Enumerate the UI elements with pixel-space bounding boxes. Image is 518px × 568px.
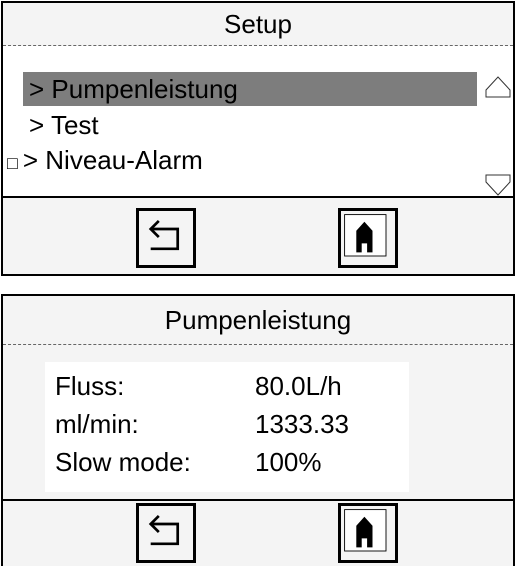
menu-item-niveau-alarm[interactable]: □ > Niveau-Alarm — [3, 143, 457, 177]
home-button[interactable] — [338, 503, 398, 563]
row-value: 1333.33 — [255, 409, 349, 439]
menu-item-label: > Pumpenleistung — [29, 74, 238, 104]
scroll-up-icon[interactable] — [485, 72, 511, 98]
row-value: 100% — [255, 447, 322, 477]
pump-softkeys — [3, 497, 513, 566]
back-button[interactable] — [136, 503, 196, 563]
home-button[interactable] — [338, 208, 398, 268]
menu-item-label: > Niveau-Alarm — [22, 145, 203, 175]
setup-panel: Setup > Pumpenleistung > Test □ > Niveau-… — [1, 1, 515, 276]
pump-values-box: Fluss: 80.0L/h ml/min: 1333.33 Slow mode… — [45, 362, 409, 492]
pump-info: Fluss: 80.0L/h ml/min: 1333.33 Slow mode… — [3, 346, 513, 501]
row-label: Slow mode: — [55, 447, 191, 477]
setup-menu: > Pumpenleistung > Test □ > Niveau-Alarm — [3, 46, 513, 198]
home-icon — [344, 214, 387, 257]
menu-item-test[interactable]: > Test — [23, 108, 477, 142]
back-button[interactable] — [136, 208, 196, 268]
menu-item-pumpenleistung[interactable]: > Pumpenleistung — [23, 72, 477, 106]
checkbox-icon[interactable]: □ — [7, 146, 18, 180]
row-value: 80.0L/h — [255, 371, 342, 401]
row-label: ml/min: — [55, 409, 139, 439]
back-arrow-icon — [148, 514, 180, 546]
back-arrow-icon — [148, 219, 180, 251]
menu-item-label: > Test — [29, 110, 99, 140]
setup-softkeys — [3, 198, 513, 274]
row-label: Fluss: — [55, 371, 125, 401]
pump-panel: Pumpenleistung Fluss: 80.0L/h ml/min: 13… — [1, 294, 515, 566]
scroll-down-icon[interactable] — [485, 174, 511, 200]
pump-title: Pumpenleistung — [3, 296, 513, 345]
home-icon — [344, 509, 387, 552]
setup-title: Setup — [3, 3, 513, 46]
